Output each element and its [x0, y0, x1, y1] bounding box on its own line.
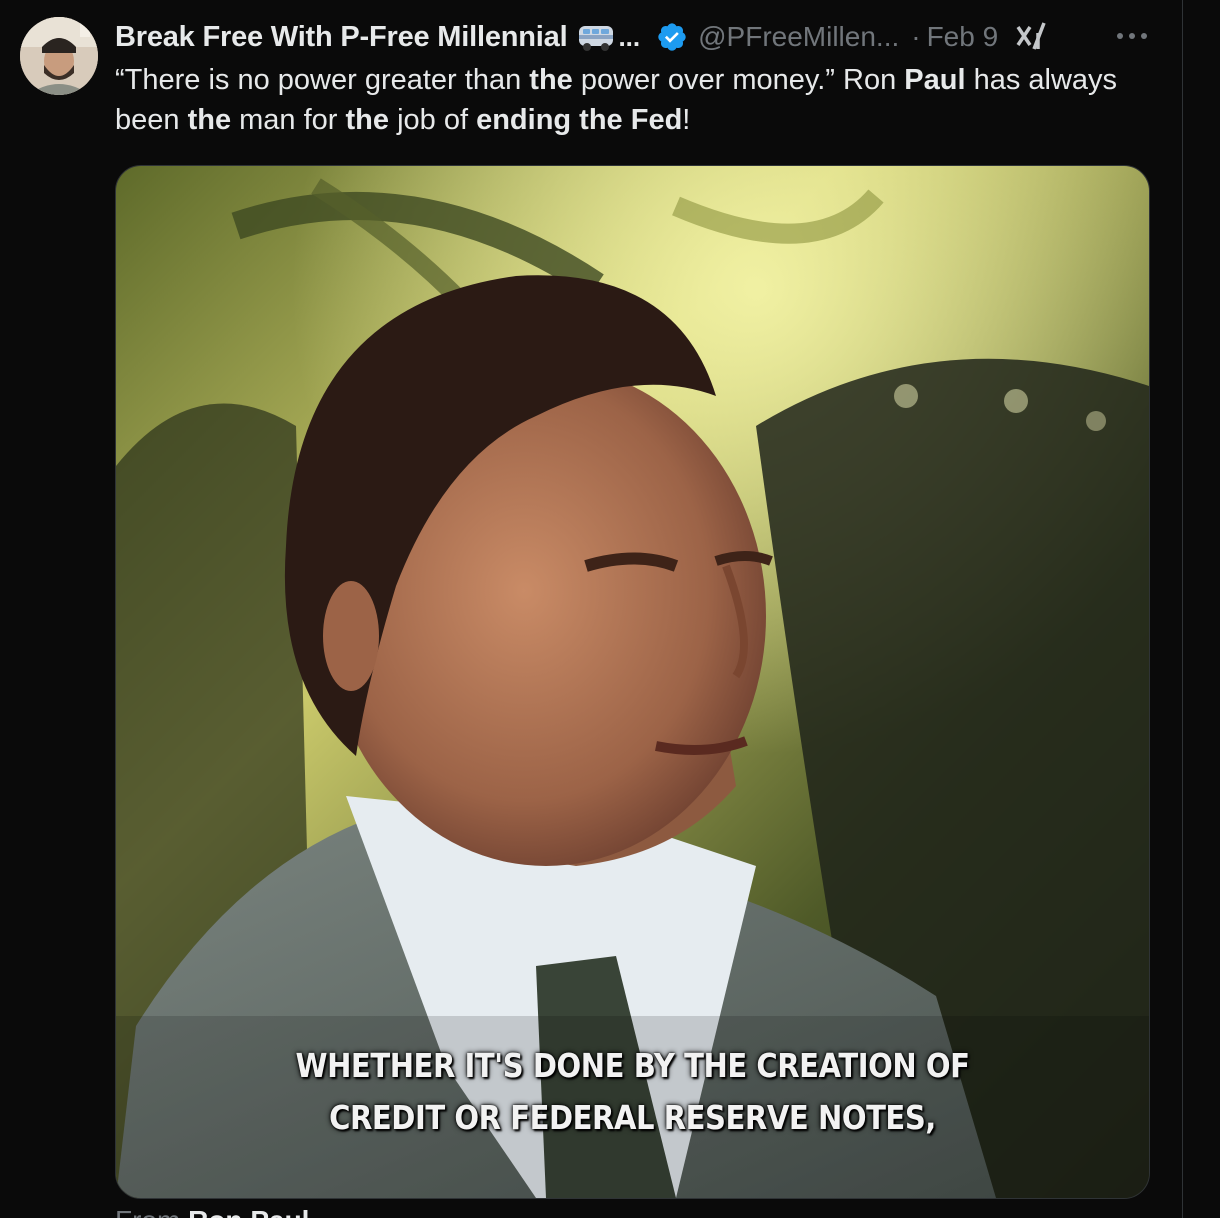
tweet-text-segment: the — [345, 104, 390, 136]
tweet-text-segment: Paul — [904, 64, 966, 96]
attribution-prefix: From — [115, 1205, 180, 1218]
video-player[interactable]: WHETHER IT'S DONE BY THE CREATION OF CRE… — [115, 165, 1150, 1199]
caption-line-2: CREDIT OR FEDERAL RESERVE NOTES, — [329, 1098, 936, 1137]
media-attribution: From Ron Paul — [115, 1205, 309, 1218]
grok-icon[interactable] — [1014, 21, 1050, 53]
verified-badge-icon[interactable] — [656, 21, 688, 53]
caption-line-1: WHETHER IT'S DONE BY THE CREATION OF — [295, 1046, 970, 1085]
tweet-text-segment: man for — [231, 104, 346, 136]
column-divider — [1182, 0, 1183, 1218]
tweet-date[interactable]: Feb 9 — [927, 21, 999, 53]
tweet-text-segment: the — [187, 104, 232, 136]
tweet-text-segment: power over money.” Ron — [572, 64, 905, 96]
author-display-name[interactable]: Break Free With P-Free Millennial — [115, 21, 568, 54]
van-icon — [577, 22, 615, 52]
tweet-text-segment: ! — [682, 104, 691, 136]
tweet-text: “There is no power greater than the powe… — [115, 60, 1155, 140]
tweet-text-segment: “There is no power greater than — [115, 64, 530, 96]
video-caption: WHETHER IT'S DONE BY THE CREATION OF CRE… — [178, 1040, 1087, 1144]
name-truncation: ... — [618, 21, 641, 52]
tweet-header: Break Free With P-Free Millennial ... @P… — [115, 18, 1155, 56]
tweet-text-segment: ending the Fed — [476, 104, 683, 136]
attribution-name[interactable]: Ron Paul — [188, 1205, 309, 1218]
separator-dot: · — [911, 21, 921, 52]
avatar[interactable] — [20, 17, 98, 95]
author-handle[interactable]: @PFreeMillen... — [698, 21, 899, 53]
tweet-text-segment: job of — [389, 104, 477, 136]
tweet-text-segment: the — [529, 64, 573, 96]
more-options-icon[interactable] — [1112, 22, 1152, 50]
avatar-image — [20, 17, 98, 95]
